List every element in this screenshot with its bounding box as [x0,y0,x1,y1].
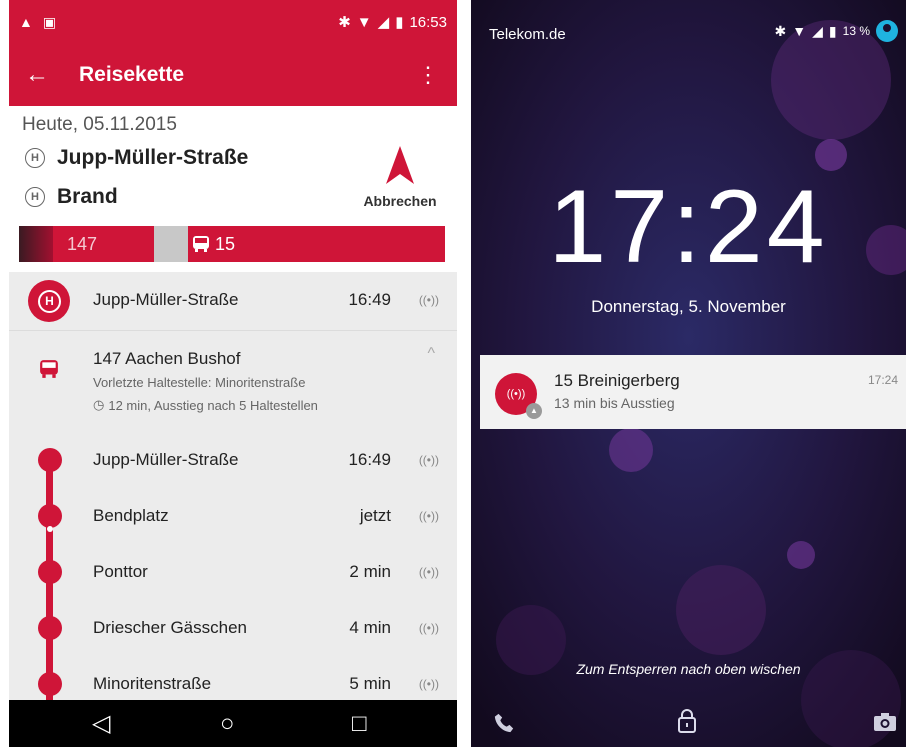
camera-icon[interactable] [873,712,897,732]
stop-dot [38,672,62,696]
bus-icon [193,236,209,252]
overflow-menu-icon[interactable]: ⋮ [417,58,439,92]
bus-stop-icon: H [25,187,45,207]
stop-name: Minoritenstraße [93,674,212,693]
leg-segment-15: 15 [188,226,445,262]
live-signal-icon: ((•)) [418,293,439,307]
table-row[interactable]: Minoritenstraße 5 min ((•)) [9,666,457,702]
stop-dot [38,560,62,584]
stop-h-mark: H [38,290,61,313]
navigation-arrow-icon: ▲ [526,403,542,419]
origin-line: H Jupp-Müller-Straße [25,146,248,170]
leg-info-text: 12 min, Ausstieg nach 5 Haltestellen [108,397,318,413]
leg-subtitle: Vorletzte Haltestelle: Minoritenstraße [93,375,306,390]
stop-time: 2 min [349,562,391,581]
cancel-button[interactable]: Abbrechen [355,146,445,209]
leg-details[interactable]: 147 Aachen Bushof Vorletzte Haltestelle:… [9,331,457,431]
stop-name: Jupp-Müller-Straße [93,290,239,309]
leg-segment-147: 147 [53,226,154,262]
chevron-up-icon[interactable]: ^ [427,345,435,363]
system-nav-bar: ◁ ○ □ [9,700,457,747]
journey-leg-bar: 147 15 [19,226,445,262]
cancel-label: Abbrechen [363,193,437,209]
leg-15-label: 15 [215,234,236,254]
stop-dot [38,504,62,528]
status-time: 16:53 [409,13,447,31]
stop-dot [38,448,62,472]
notification-title: 15 Breinigerberg [554,371,680,390]
table-row[interactable]: Ponttor 2 min ((•)) [9,554,457,590]
table-row[interactable]: Jupp-Müller-Straße 16:49 ((•)) [9,442,457,478]
stop-name: Jupp-Müller-Straße [93,450,239,469]
leg-title: 147 Aachen Bushof [93,349,241,368]
battery-percent: 13 % [842,24,870,38]
bluetooth-icon: ✱ [338,14,351,31]
lock-icon[interactable] [676,708,698,734]
notification-subtitle: 13 min bis Ausstieg [554,395,675,411]
page-title: Reisekette [79,63,185,86]
wifi-icon: ▼ [792,23,807,39]
bus-stop-icon: H [28,280,70,322]
stop-name: Bendplatz [93,506,169,525]
stop-time: 4 min [349,618,391,637]
live-signal-icon: ((•)) [418,509,439,523]
bus-stop-icon: H [25,148,45,168]
recents-icon[interactable]: □ [352,700,367,747]
home-icon[interactable]: ○ [220,700,235,747]
table-row[interactable]: Driescher Gässchen 4 min ((•)) [9,610,457,646]
battery-icon: ▮ [395,14,404,31]
leg-info: ◷ 12 min, Ausstieg nach 5 Haltestellen [93,397,318,413]
lockscreen-status-bar: Telekom.de ✱ ▼ ◢ ▮ 13 % [471,0,906,70]
stop-time: 5 min [349,674,391,693]
table-row[interactable]: Bendplatz jetzt ((•)) [9,498,457,534]
stop-list[interactable]: H Jupp-Müller-Straße 16:49 ((•)) 147 Aac… [9,272,457,708]
current-position-marker [47,526,53,532]
leg-segment-walk [154,226,188,262]
journey-header: Heute, 05.11.2015 H Jupp-Müller-Straße H… [9,106,457,272]
phone-icon[interactable] [493,712,515,734]
user-avatar-icon[interactable] [876,20,898,42]
bluetooth-icon: ✱ [774,22,787,39]
lockscreen-clock: 17:24 [548,169,829,285]
live-signal-icon: ((•)) [418,565,439,579]
lockscreen-date: Donnerstag, 5. November [591,297,786,316]
right-phone-lockscreen: Telekom.de ✱ ▼ ◢ ▮ 13 % 17:24 Donnerstag… [471,0,906,747]
destination-line: H Brand [25,185,118,209]
back-arrow-icon[interactable]: ← [25,58,49,92]
clock-icon: ◷ [93,397,105,412]
stop-time: 16:49 [348,450,391,469]
leg-segment-fade [19,226,53,262]
wifi-icon: ▼ [356,13,372,31]
journey-date: Heute, 05.11.2015 [22,114,177,135]
notification-time: 17:24 [867,373,898,387]
app-bar: ← Reisekette ⋮ [9,44,457,106]
back-icon[interactable]: ◁ [92,700,110,747]
stop-time: 16:49 [348,290,391,309]
navigation-arrow-icon [386,146,414,184]
cell-signal-icon: ◢ [812,22,823,39]
cell-signal-icon: ◢ [377,14,390,31]
navigation-arrow-icon: ▲ [19,14,33,30]
image-icon: ▣ [42,13,57,30]
stop-dot [38,616,62,640]
stop-name: Ponttor [93,562,148,581]
notification-card[interactable]: ((•)) ▲ 15 Breinigerberg 13 min bis Auss… [480,355,906,429]
live-signal-icon: ((•)) [418,677,439,691]
bus-icon [40,360,58,378]
left-phone-screen: ▲ ▣ ✱ ▼ ◢ ▮ 16:53 ← Reisekette ⋮ Heute, … [9,0,457,747]
stop-time: jetzt [359,506,391,525]
unlock-hint: Zum Entsperren nach oben wischen [576,661,801,677]
origin-stop: Jupp-Müller-Straße [57,146,249,169]
list-item[interactable]: H Jupp-Müller-Straße 16:49 ((•)) [9,272,457,331]
status-bar: ▲ ▣ ✱ ▼ ◢ ▮ 16:53 [9,0,457,44]
battery-icon: ▮ [828,22,837,39]
live-signal-icon: ((•)) [418,453,439,467]
carrier-name: Telekom.de [489,26,566,43]
leg-147-label: 147 [67,234,98,254]
destination-stop: Brand [57,185,118,208]
stop-name: Driescher Gässchen [93,618,248,637]
live-signal-icon: ((•)) [418,621,439,635]
